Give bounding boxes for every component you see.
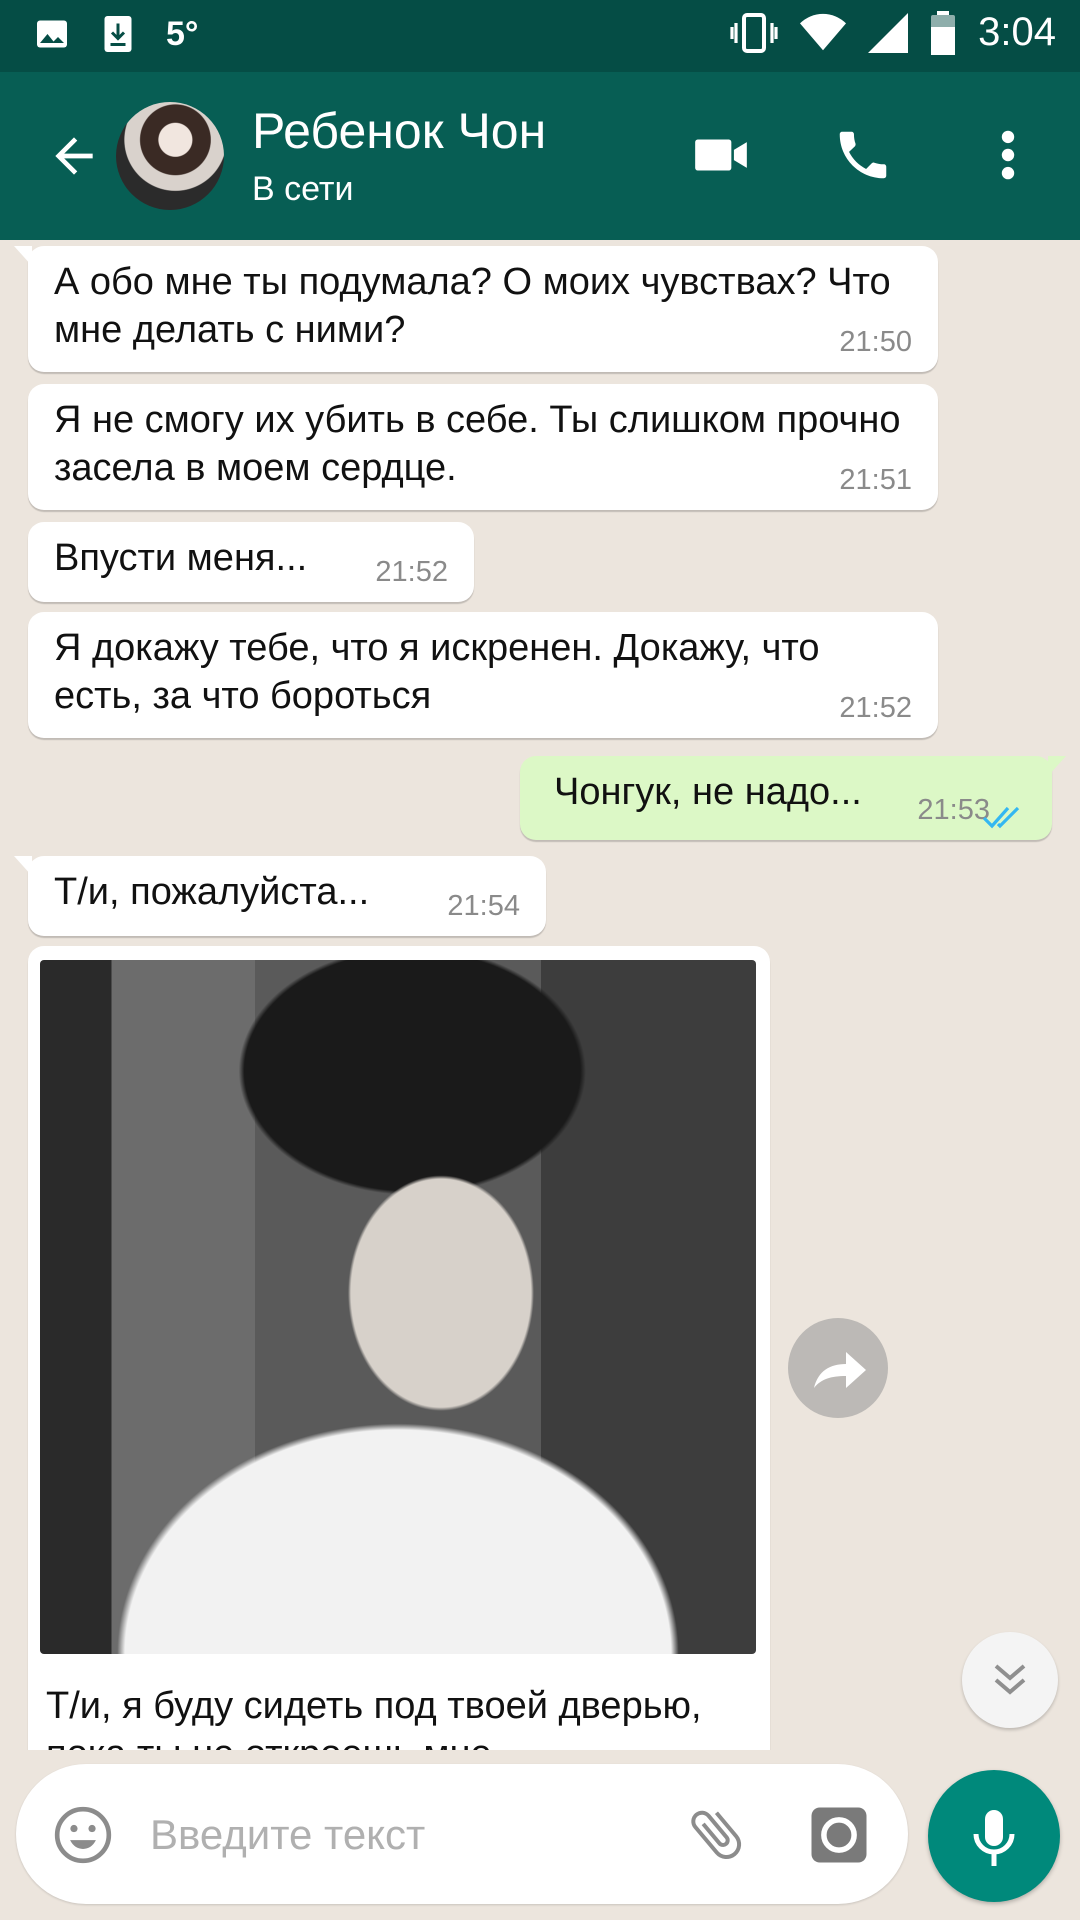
incoming-message[interactable]: Я докажу тебе, что я искренен. Докажу, ч… (28, 612, 938, 738)
image-caption: Т/и, я буду сидеть под твоей дверью, пок… (46, 1685, 702, 1750)
message-time: 21:54 (447, 890, 520, 922)
message-text: Я не смогу их убить в себе. Ты слишком п… (54, 399, 901, 489)
photo[interactable] (40, 960, 756, 1654)
incoming-message[interactable]: Я не смогу их убить в себе. Ты слишком п… (28, 384, 938, 510)
attachment-icon[interactable] (684, 1802, 748, 1866)
message-compose-bar (16, 1764, 908, 1904)
message-time: 21:50 (839, 326, 912, 358)
signal-icon (868, 12, 909, 53)
avatar[interactable] (116, 102, 224, 210)
double-chevron-down-icon (994, 1664, 1026, 1695)
double-check-icon (982, 806, 1020, 829)
more-options-icon[interactable] (984, 124, 1032, 186)
voice-call-icon[interactable] (832, 124, 894, 186)
incoming-message[interactable]: А обо мне ты подумала? О моих чувствах? … (14, 246, 938, 372)
status-bar: 5° 3:04 (0, 0, 1080, 72)
incoming-message[interactable]: Впусти меня... 21:52 (28, 522, 474, 602)
contact-status: В сети (252, 170, 354, 208)
message-time: 21:52 (839, 692, 912, 724)
download-icon (104, 16, 132, 52)
message-input[interactable] (148, 1794, 672, 1876)
message-text: Я докажу тебе, что я искренен. Докажу, ч… (54, 627, 820, 717)
message-time: 21:51 (839, 464, 912, 496)
clock: 3:04 (978, 10, 1056, 54)
battery-icon (931, 10, 956, 55)
message-time: 21:53 (917, 794, 990, 826)
message-time: 21:52 (375, 556, 448, 588)
microphone-icon (973, 1810, 1015, 1866)
forward-button[interactable] (788, 1318, 888, 1418)
gallery-icon (37, 20, 67, 48)
camera-icon[interactable] (806, 1802, 872, 1868)
vibrate-icon (730, 12, 778, 53)
chat-header: Ребенок Чон В сети (0, 72, 1080, 240)
temperature: 5° (166, 14, 199, 53)
video-call-icon[interactable] (690, 124, 752, 186)
voice-message-button[interactable] (928, 1770, 1060, 1902)
outgoing-message[interactable]: Чонгук, не надо... 21:53 (520, 756, 1066, 840)
wifi-icon (800, 13, 847, 50)
contact-name[interactable]: Ребенок Чон (252, 102, 546, 160)
chat-area[interactable]: А обо мне ты подумала? О моих чувствах? … (0, 240, 1080, 1750)
message-text: А обо мне ты подумала? О моих чувствах? … (54, 261, 891, 351)
scroll-to-bottom-button[interactable] (962, 1632, 1058, 1728)
emoji-icon[interactable] (52, 1804, 114, 1866)
forward-arrow-icon (814, 1352, 866, 1388)
image-message[interactable]: Т/и, я буду сидеть под твоей дверью, пок… (28, 946, 770, 1750)
back-arrow-icon[interactable] (44, 128, 104, 184)
incoming-message[interactable]: Т/и, пожалуйста... 21:54 (14, 856, 546, 936)
